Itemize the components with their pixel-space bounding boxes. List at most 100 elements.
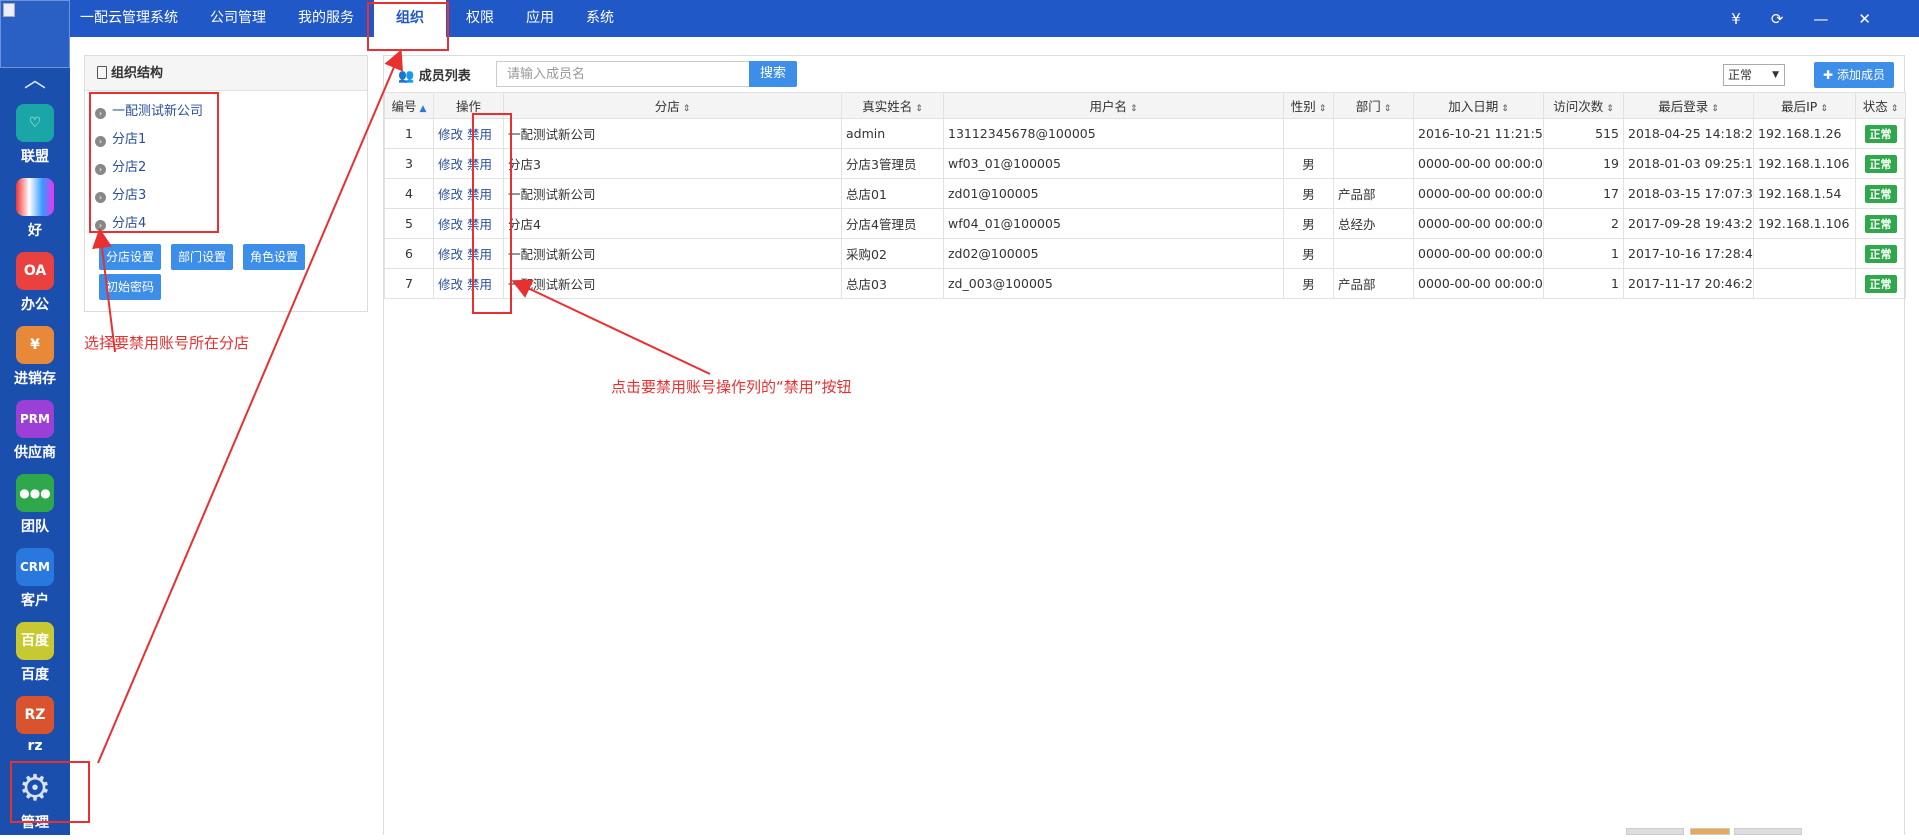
sidebar-app-8[interactable]: RZ rz	[0, 696, 70, 766]
cell-id: 6	[384, 238, 434, 269]
top-nav-item-2[interactable]: 我的服务	[282, 0, 370, 37]
cell-name: 总店03	[841, 268, 944, 299]
sort-icon: ⇕	[1890, 104, 1899, 114]
column-header[interactable]: 用户名 ⇕	[943, 92, 1284, 119]
table-row[interactable]: 3 修改 禁用 分店3 分店3管理员 wf03_01@100005 男 0000-00-00…	[384, 148, 1906, 179]
column-header[interactable]: 最后IP ⇕	[1753, 92, 1856, 119]
cell-dept: 总经办	[1333, 208, 1414, 239]
top-nav-item-0[interactable]: 一配云管理系统	[70, 0, 194, 37]
pager-button[interactable]	[1734, 828, 1802, 835]
sidebar-app-3[interactable]: ¥ 进销存	[0, 326, 70, 396]
sidebar-app-label: 办公	[21, 297, 49, 313]
cell-dept	[1333, 238, 1414, 269]
branch-settings-button[interactable]: 分店设置	[99, 244, 162, 270]
edit-link[interactable]: 修改	[438, 277, 463, 292]
top-nav-item-4[interactable]: 权限	[450, 0, 510, 37]
edit-link[interactable]: 修改	[438, 217, 463, 232]
sort-icon: ⇕	[1129, 104, 1138, 114]
member-list-title: 👥 成员列表	[398, 69, 471, 84]
cell-last_login: 2017-09-28 19:43:26	[1623, 208, 1754, 239]
add-member-button[interactable]: ✚ 添加成员	[1814, 62, 1894, 88]
edit-link[interactable]: 修改	[438, 127, 463, 142]
cell-name: 分店3管理员	[841, 148, 944, 179]
cell-joined: 2016-10-21 11:21:51	[1413, 118, 1544, 149]
cell-user: wf04_01@100005	[943, 208, 1284, 239]
role-settings-button[interactable]: 角色设置	[243, 244, 306, 270]
top-nav-item-6[interactable]: 系统	[570, 0, 630, 37]
table-row[interactable]: 6 修改 禁用 一配测试新公司 采购02 zd02@100005 男 0000-00-00 …	[384, 238, 1906, 269]
column-header[interactable]: 真实姓名 ⇕	[841, 92, 944, 119]
sidebar-app-1[interactable]: 好	[0, 178, 70, 248]
table-row[interactable]: 5 修改 禁用 分店4 分店4管理员 wf04_01@100005 男总经办 0000-00…	[384, 208, 1906, 239]
sidebar-app-0[interactable]: ♡ 联盟	[0, 104, 70, 174]
prm-icon: PRM	[16, 400, 54, 438]
annotation-click-disable: 点击要禁用账号操作列的“禁用”按钮	[611, 378, 852, 396]
sidebar-app-label: 联盟	[21, 149, 49, 165]
sort-icon: ⇕	[1383, 104, 1392, 114]
cell-visits: 1	[1543, 238, 1624, 269]
sidebar-app-4[interactable]: PRM 供应商	[0, 400, 70, 470]
close-icon[interactable]: ✕	[1858, 10, 1871, 28]
org-panel-title: 组织结构	[111, 66, 164, 81]
edit-link[interactable]: 修改	[438, 157, 463, 172]
team-icon: ●●●	[16, 474, 54, 512]
sidebar-app-7[interactable]: 百度 百度	[0, 622, 70, 692]
cell-branch: 分店4	[503, 208, 842, 239]
edit-link[interactable]: 修改	[438, 247, 463, 262]
edit-link[interactable]: 修改	[438, 187, 463, 202]
pager-button[interactable]	[1626, 828, 1684, 835]
dept-settings-button[interactable]: 部门设置	[171, 244, 234, 270]
baidu-icon: 百度	[16, 622, 54, 660]
cell-gender: 男	[1283, 178, 1334, 209]
status-badge: 正常	[1864, 214, 1897, 233]
broken-image-icon	[3, 3, 15, 17]
cell-ip	[1753, 238, 1856, 269]
top-nav-item-1[interactable]: 公司管理	[194, 0, 282, 37]
column-header[interactable]: 性别 ⇕	[1283, 92, 1334, 119]
cell-dept: 产品部	[1333, 268, 1414, 299]
status-select[interactable]: 正常 ▼	[1723, 64, 1785, 86]
init-password-button[interactable]: 初始密码	[99, 274, 162, 300]
sort-icon: ⇕	[1711, 104, 1719, 114]
users-icon: 👥	[398, 69, 415, 84]
top-nav-item-5[interactable]: 应用	[510, 0, 570, 37]
table-row[interactable]: 4 修改 禁用 一配测试新公司 总店01 zd01@100005 男产品部 0000-00-…	[384, 178, 1906, 209]
sidebar-app-6[interactable]: CRM 客户	[0, 548, 70, 618]
yen-icon[interactable]: ¥	[1731, 10, 1741, 28]
cell-status: 正常	[1855, 148, 1906, 179]
window-controls: ¥ ⟳ — ✕	[1731, 0, 1871, 37]
top-navbar: 一配云管理系统 公司管理 我的服务 组织 权限 应用 系统 ¥ ⟳ — ✕	[0, 0, 1919, 37]
cell-name: 分店4管理员	[841, 208, 944, 239]
cell-user: zd01@100005	[943, 178, 1284, 209]
member-table: 编号 ▲ 操作 分店 ⇕ 真实姓名 ⇕ 用户名 ⇕ 性别 ⇕ 部门 ⇕ 加入日期 ⇕ 访问次数 ⇕ 最后登录 ⇕ 最后…	[384, 92, 1906, 299]
refresh-icon[interactable]: ⟳	[1771, 10, 1784, 28]
table-row[interactable]: 7 修改 禁用 一配测试新公司 总店03 zd_003@100005 男产品部 0000-0…	[384, 268, 1906, 299]
minimize-icon[interactable]: —	[1813, 10, 1828, 28]
collapse-up-icon[interactable]: ︿	[17, 70, 53, 92]
column-header[interactable]: 访问次数 ⇕	[1543, 92, 1624, 119]
cell-dept	[1333, 148, 1414, 179]
cell-last_login: 2017-10-16 17:28:42	[1623, 238, 1754, 269]
sidebar-app-5[interactable]: ●●● 团队	[0, 474, 70, 544]
sort-asc-icon: ▲	[419, 104, 427, 114]
member-search-input[interactable]	[496, 61, 751, 87]
column-header[interactable]: 最后登录 ⇕	[1623, 92, 1754, 119]
pager-button-active[interactable]	[1690, 828, 1730, 835]
column-header[interactable]: 分店 ⇕	[503, 92, 842, 119]
cell-joined: 0000-00-00 00:00:00	[1413, 208, 1544, 239]
table-row[interactable]: 1 修改 禁用 一配测试新公司 admin 13112345678@100005 2016…	[384, 118, 1906, 149]
column-header[interactable]: 部门 ⇕	[1333, 92, 1414, 119]
column-header[interactable]: 加入日期 ⇕	[1413, 92, 1544, 119]
search-button[interactable]: 搜索	[749, 61, 797, 87]
cell-gender	[1283, 118, 1334, 149]
cell-id: 7	[384, 268, 434, 299]
sidebar-app-label: 团队	[21, 519, 49, 535]
column-header[interactable]: 编号 ▲	[384, 92, 434, 119]
column-header[interactable]: 状态 ⇕	[1855, 92, 1906, 119]
highlight-disable-column	[472, 113, 512, 314]
cell-id: 1	[384, 118, 434, 149]
cell-user: zd_003@100005	[943, 268, 1284, 299]
sidebar-app-2[interactable]: OA 办公	[0, 252, 70, 322]
plus-icon: ✚	[1823, 68, 1834, 82]
cell-last_login: 2018-03-15 17:07:37	[1623, 178, 1754, 209]
